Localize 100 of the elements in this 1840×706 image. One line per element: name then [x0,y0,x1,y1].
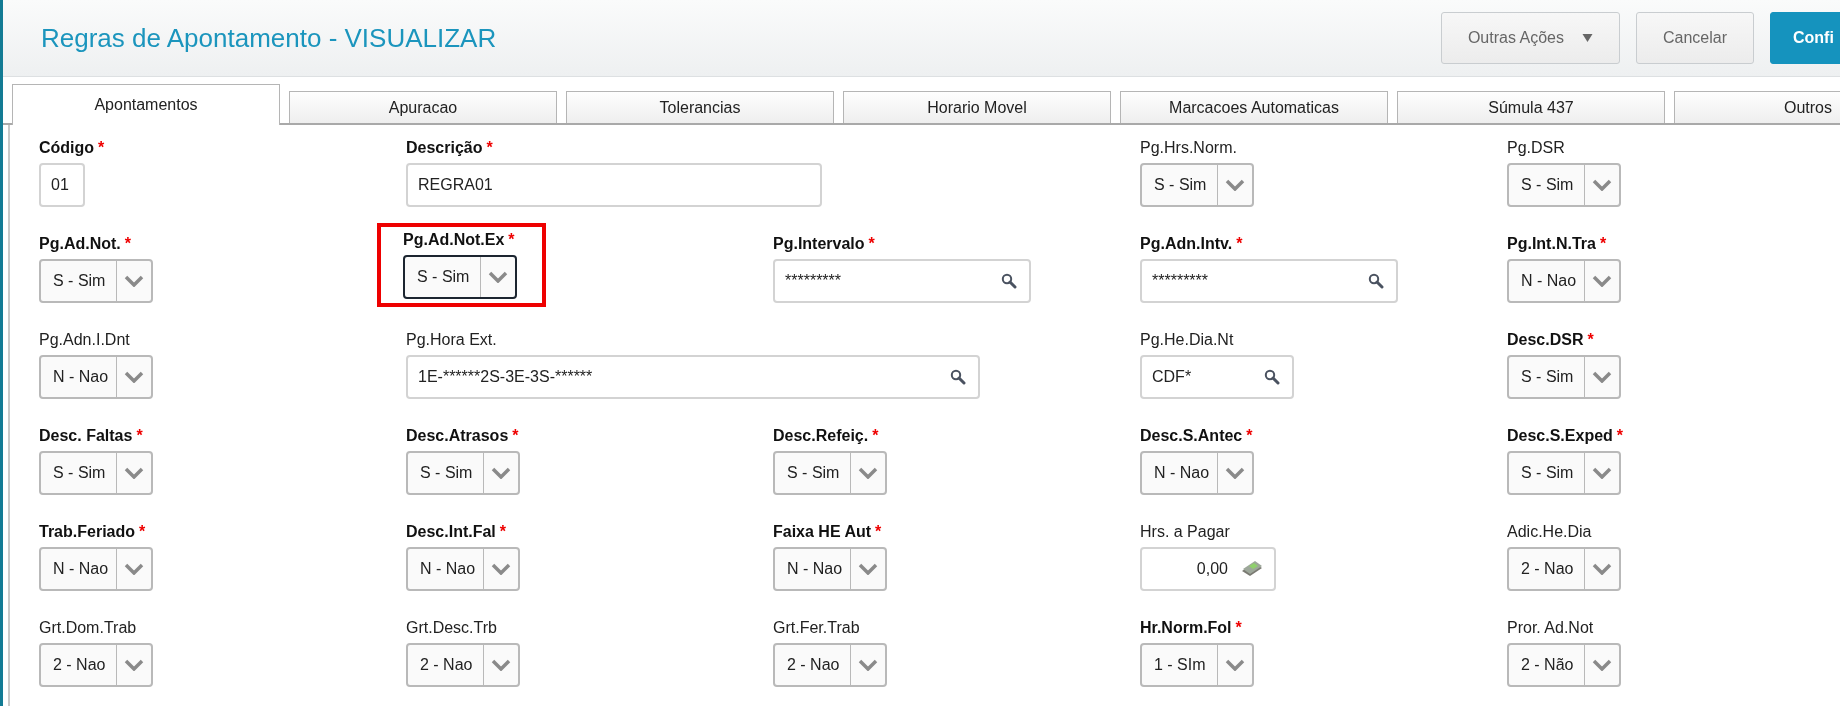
field-label: Pg.He.Dia.Nt [1140,331,1234,349]
dropdown-value: 2 - Nao [786,656,841,674]
chevron-down-icon [124,659,144,671]
dropdown[interactable]: N - Nao [39,355,153,399]
cancel-button[interactable]: Cancelar [1635,12,1754,64]
dropdown-value: N - Nao [1153,464,1211,482]
chevron-down-icon [1592,563,1612,575]
dropdown[interactable]: 1 - SIm [1140,643,1254,687]
caret-icon [1581,34,1593,42]
chevron-down-icon [124,371,144,383]
field-label: Pg.Hrs.Norm. [1140,139,1237,157]
field-label: Grt.Dom.Trab [39,619,137,637]
input-field[interactable]: REGRA01 [406,163,822,207]
dropdown-value: S - Sim [52,272,107,290]
dropdown[interactable]: N - Nao [1507,259,1621,303]
required-asterisk: * [499,523,507,541]
required-asterisk: * [1235,619,1242,637]
field-label: Grt.Desc.Trb [406,619,497,637]
lookup-field[interactable]: ********* [1140,259,1398,303]
page-title: Regras de Apontamento - VISUALIZAR [41,22,497,54]
tab[interactable]: Marcacoes Automaticas [1120,91,1388,123]
dropdown-value: N - Nao [1520,272,1578,290]
field-label: Pg.Hora Ext. [406,331,497,349]
dropdown[interactable]: N - Nao [1140,451,1254,495]
dropdown[interactable]: S - Sim [773,451,887,495]
chevron-down-icon [858,467,878,479]
dropdown[interactable]: 2 - Nao [773,643,887,687]
field-label: Código [39,139,95,157]
dropdown-value: S - Sim [52,464,107,482]
field-label: Grt.Fer.Trab [773,619,860,637]
field-label: Desc.Int.Fal [406,523,496,541]
tab[interactable]: Apontamentos [12,84,280,125]
chevron-down-icon [1225,659,1245,671]
required-asterisk: * [1246,427,1253,445]
input-field[interactable]: 01 [39,163,85,207]
dropdown[interactable]: 2 - Nao [39,643,153,687]
dropdown[interactable]: N - Nao [773,547,887,591]
chevron-down-icon [491,467,511,479]
dropdown[interactable]: S - Sim [39,451,153,495]
field-label: Desc.DSR [1507,331,1584,349]
money-icon[interactable] [1240,560,1264,578]
dropdown[interactable]: S - Sim [1507,163,1621,207]
field-label: Descrição [406,139,483,157]
tab[interactable]: Horario Movel [843,91,1111,123]
more-actions-button[interactable]: Outras Ações [1440,12,1620,64]
field-label: Trab.Feriado [39,523,136,541]
amount-field[interactable]: 0,00 [1140,547,1276,591]
dropdown[interactable]: 2 - Nao [1507,547,1621,591]
field-label: Desc. Faltas [39,427,133,445]
required-asterisk: * [1599,235,1607,253]
dropdown[interactable]: S - Sim [1140,163,1254,207]
lookup-field[interactable]: 1E-******2S-3E-3S-****** [406,355,980,399]
dropdown-value: S - Sim [1520,368,1575,386]
chevron-down-icon [124,275,144,287]
dropdown[interactable]: S - Sim [1507,355,1621,399]
tab[interactable]: Súmula 437 [1397,91,1665,123]
search-icon[interactable] [1368,273,1384,289]
dropdown[interactable]: S - Sim [403,255,517,299]
field-label: Pg.Adn.I.Dnt [39,331,130,349]
required-asterisk: * [508,231,515,249]
search-icon[interactable] [950,369,966,385]
chevron-down-icon [1592,179,1612,191]
lookup-field[interactable]: CDF* [1140,355,1294,399]
chevron-down-icon [858,659,878,671]
required-asterisk: * [139,523,146,541]
chevron-down-icon [488,271,508,283]
tab[interactable]: Tolerancias [566,91,834,123]
tab[interactable]: Apuracao [289,91,557,123]
confirm-button[interactable]: Confi [1770,12,1840,64]
dropdown-value: N - Nao [52,560,110,578]
required-asterisk: * [1587,331,1594,349]
lookup-value: ********* [784,272,843,290]
dropdown[interactable]: S - Sim [39,259,153,303]
dropdown-value: S - Sim [1520,176,1575,194]
lookup-field[interactable]: ********* [773,259,1031,303]
required-asterisk: * [1616,427,1624,445]
required-asterisk: * [875,523,882,541]
dropdown-value: S - Sim [1520,464,1575,482]
field-label: Pg.DSR [1507,139,1565,157]
dropdown[interactable]: S - Sim [406,451,520,495]
dropdown-value: 2 - Nao [419,656,474,674]
search-icon[interactable] [1264,369,1280,385]
dropdown[interactable]: N - Nao [39,547,153,591]
dropdown[interactable]: 2 - Não [1507,643,1621,687]
dropdown[interactable]: 2 - Nao [406,643,520,687]
dropdown-value: N - Nao [419,560,477,578]
search-icon[interactable] [1001,273,1017,289]
required-asterisk: * [1236,235,1243,253]
required-asterisk: * [872,427,879,445]
tab[interactable]: Outros [1674,91,1840,123]
dropdown-value: 2 - Nao [52,656,107,674]
dropdown-value: N - Nao [52,368,110,386]
dropdown[interactable]: S - Sim [1507,451,1621,495]
dropdown-value: 2 - Não [1520,656,1575,674]
required-asterisk: * [136,427,143,445]
dropdown[interactable]: N - Nao [406,547,520,591]
chevron-down-icon [491,659,511,671]
dropdown-value: N - Nao [786,560,844,578]
field-label: Desc.S.Exped [1507,427,1613,445]
field-label: Pror. Ad.Not [1507,619,1594,637]
